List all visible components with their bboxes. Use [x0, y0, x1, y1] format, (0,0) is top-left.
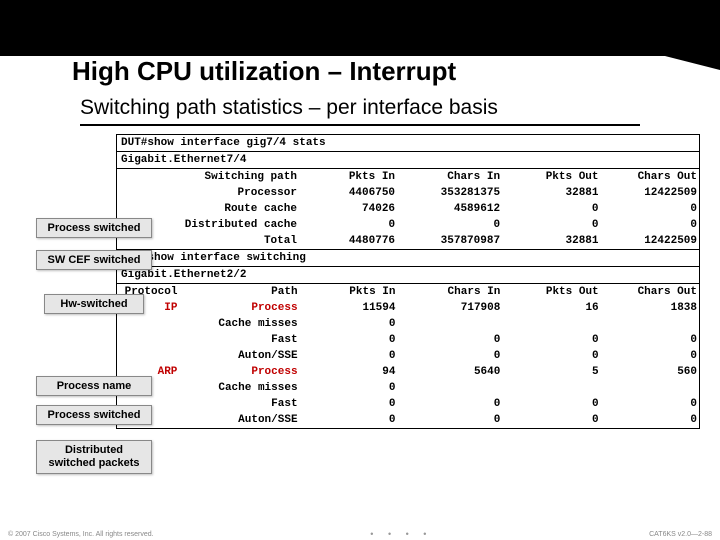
hdr-pkts-in: Pkts In [304, 284, 398, 300]
table-row: Fast 0 0 0 0 [117, 396, 699, 412]
hdr-chars-in: Chars In [398, 284, 503, 300]
interface-2: Gigabit.Ethernet2/2 [117, 267, 699, 284]
hdr-pkts-out: Pkts Out [502, 284, 600, 300]
callout-hw-switched: Hw-switched [44, 294, 144, 314]
hdr-chars-out: Chars Out [601, 284, 699, 300]
table-row: Distributed cache 0 0 0 0 [117, 217, 699, 233]
table-row: ARP Process 94 5640 5 560 [117, 364, 699, 380]
terminal-output: DUT#show interface gig7/4 stats Gigabit.… [116, 134, 700, 429]
hdr-pkts-out: Pkts Out [502, 169, 600, 185]
corner-wedge [610, 42, 720, 70]
table-row: Cache misses 0 [117, 316, 699, 332]
hdr-switching-path: Switching path [117, 169, 303, 185]
callout-distributed: Distributed switched packets [36, 440, 152, 474]
hdr-chars-in: Chars In [397, 169, 502, 185]
table-row: Route cache 74026 4589612 0 0 [117, 201, 699, 217]
callout-process-switched: Process switched [36, 218, 152, 238]
callout-process-name: Process name [36, 376, 152, 396]
slide-subtitle: Switching path statistics – per interfac… [80, 96, 498, 120]
callout-process-switched-2: Process switched [36, 405, 152, 425]
command-2: DUT#show interface switching [117, 249, 699, 267]
footer-copyright: © 2007 Cisco Systems, Inc. All rights re… [8, 531, 154, 538]
table-row: Auton/SSE 0 0 0 0 [117, 348, 699, 364]
table-row: Total 4480776 357870987 32881 12422509 [117, 233, 699, 249]
interface-1: Gigabit.Ethernet7/4 [117, 152, 699, 169]
slide-title: High CPU utilization – Interrupt [72, 56, 456, 87]
table-row: Processor 4406750 353281375 32881 124225… [117, 185, 699, 201]
command-1: DUT#show interface gig7/4 stats [117, 135, 699, 152]
table-row: Fast 0 0 0 0 [117, 332, 699, 348]
table-row: Cache misses 0 [117, 380, 699, 396]
hdr-pkts-in: Pkts In [303, 169, 397, 185]
stats-table-2: Protocol Path Pkts In Chars In Pkts Out … [117, 284, 699, 428]
hdr-chars-out: Chars Out [601, 169, 699, 185]
table-row: Auton/SSE 0 0 0 0 [117, 412, 699, 428]
callout-swcef-switched: SW CEF switched [36, 250, 152, 270]
subtitle-underline [80, 124, 640, 126]
footer-dots: • • • • [370, 529, 432, 539]
footer-slide-id: CAT6KS v2.0—2-88 [649, 531, 712, 538]
hdr-path: Path [183, 284, 303, 300]
footer: © 2007 Cisco Systems, Inc. All rights re… [0, 528, 720, 540]
table-row: IP Process 11594 717908 16 1838 [117, 300, 699, 316]
stats-table-1: Switching path Pkts In Chars In Pkts Out… [117, 169, 699, 249]
